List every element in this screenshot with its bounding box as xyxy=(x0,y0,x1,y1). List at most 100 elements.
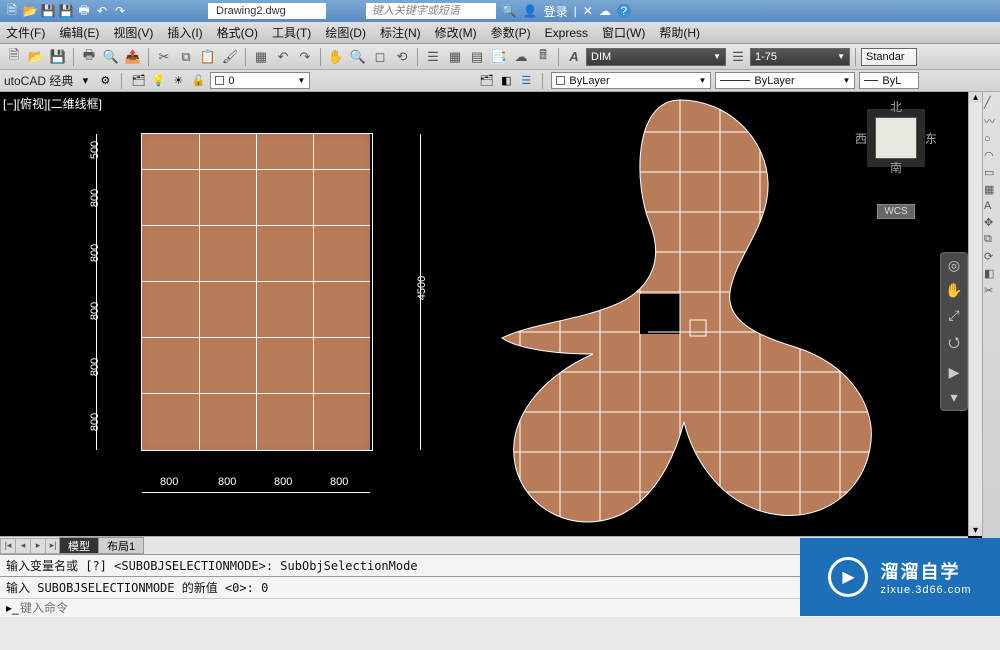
exchange-icon[interactable]: ✕ xyxy=(583,4,593,18)
layer-combo[interactable]: 0 ▼ xyxy=(210,72,310,89)
compass-s[interactable]: 南 xyxy=(846,159,946,176)
sun-icon[interactable]: ☀ xyxy=(170,73,186,89)
hatch-tool-icon[interactable]: ▦ xyxy=(984,183,999,196)
open-icon[interactable]: 📂 xyxy=(26,47,46,67)
menu-window[interactable]: 窗口(W) xyxy=(602,24,645,41)
cloud-icon[interactable]: ☁ xyxy=(599,4,611,18)
arc-tool-icon[interactable]: ◠ xyxy=(984,149,999,162)
designcenter-icon[interactable]: ▦ xyxy=(445,47,465,67)
preview-icon[interactable]: 🔍 xyxy=(101,47,121,67)
menu-dimension[interactable]: 标注(N) xyxy=(380,24,421,41)
print-icon[interactable]: 🖶 xyxy=(76,3,92,19)
cut-icon[interactable]: ✂ xyxy=(154,47,174,67)
menu-help[interactable]: 帮助(H) xyxy=(659,24,700,41)
text-tool-icon[interactable]: A xyxy=(984,200,999,212)
scroll-down-icon[interactable]: ▾ xyxy=(969,525,982,536)
view-cube[interactable]: 北 西 东 南 WCS xyxy=(846,98,946,219)
tab-next-icon[interactable]: ▸ xyxy=(30,538,46,554)
scale-combo[interactable]: 1-75 ▼ xyxy=(750,48,850,66)
tab-layout1[interactable]: 布局1 xyxy=(98,537,144,554)
menu-edit[interactable]: 编辑(E) xyxy=(59,24,99,41)
linetype-combo[interactable]: ByLayer ▼ xyxy=(715,72,855,89)
scroll-up-icon[interactable]: ▴ xyxy=(969,92,982,103)
drawing-canvas[interactable]: [−][俯视][二维线框] 500 800 800 800 800 800 45… xyxy=(0,92,982,554)
layer-props-icon[interactable]: 🗂 xyxy=(130,73,146,89)
trim-tool-icon[interactable]: ✂ xyxy=(984,284,999,297)
undo-icon[interactable]: ↶ xyxy=(273,47,293,67)
compass-w[interactable]: 西 xyxy=(855,130,867,147)
dropdown-icon[interactable]: ▾ xyxy=(77,73,93,89)
block-icon[interactable]: ▦ xyxy=(251,47,271,67)
menu-format[interactable]: 格式(O) xyxy=(217,24,258,41)
menu-draw[interactable]: 绘图(D) xyxy=(325,24,366,41)
steering-wheel-icon[interactable]: ◎ xyxy=(948,257,960,274)
user-icon[interactable]: 👤 xyxy=(523,4,538,18)
calc-icon[interactable]: 🖩 xyxy=(533,47,553,67)
menu-express[interactable]: Express xyxy=(545,26,588,40)
tab-first-icon[interactable]: |◂ xyxy=(0,538,16,554)
dim-tool-icon[interactable]: ☰ xyxy=(728,47,748,67)
gear-icon[interactable]: ⚙ xyxy=(97,73,113,89)
orbit-icon[interactable]: ⭯ xyxy=(948,332,960,356)
zoom-extents-icon[interactable]: ⤢ xyxy=(948,307,959,324)
save-icon[interactable]: 💾 xyxy=(48,47,68,67)
new-icon[interactable]: 🗎 xyxy=(4,3,20,19)
menu-modify[interactable]: 修改(M) xyxy=(435,24,477,41)
publish-icon[interactable]: 📤 xyxy=(123,47,143,67)
pan-icon[interactable]: ✋ xyxy=(945,282,962,299)
zoom-prev-icon[interactable]: ⟲ xyxy=(392,47,412,67)
bulb-icon[interactable]: 💡 xyxy=(150,73,166,89)
layer-iso-icon[interactable]: ◧ xyxy=(498,73,514,89)
markup-icon[interactable]: ☁ xyxy=(511,47,531,67)
rotate-tool-icon[interactable]: ⟳ xyxy=(984,250,999,263)
textstyle-icon[interactable]: A xyxy=(564,47,584,67)
dim-style-combo[interactable]: DIM ▼ xyxy=(586,48,726,66)
help-search-input[interactable]: 键入关键字或短语 xyxy=(366,3,496,19)
props-icon[interactable]: ☰ xyxy=(423,47,443,67)
menu-tools[interactable]: 工具(T) xyxy=(272,24,311,41)
vertical-scrollbar[interactable]: ▴ ▾ xyxy=(968,92,982,536)
copy-tool-icon[interactable]: ⧉ xyxy=(984,233,999,246)
infocenter-icon[interactable]: 🔍 xyxy=(502,4,517,18)
pan-icon[interactable]: ✋ xyxy=(326,47,346,67)
menu-insert[interactable]: 插入(I) xyxy=(167,24,202,41)
rect-tool-icon[interactable]: ▭ xyxy=(984,166,999,179)
redo-icon[interactable]: ↷ xyxy=(295,47,315,67)
tab-model[interactable]: 模型 xyxy=(59,537,99,554)
paste-icon[interactable]: 📋 xyxy=(198,47,218,67)
circle-tool-icon[interactable]: ○ xyxy=(984,133,999,145)
lineweight-combo[interactable]: ByL xyxy=(859,72,919,89)
layer-states-icon[interactable]: 🗂 xyxy=(478,73,494,89)
color-combo[interactable]: ByLayer ▼ xyxy=(551,72,711,89)
login-link[interactable]: 登录 xyxy=(544,3,568,20)
compass-e[interactable]: 东 xyxy=(925,130,937,147)
redo-icon[interactable]: ↷ xyxy=(112,3,128,19)
showmotion-icon[interactable]: ▶ xyxy=(949,364,960,381)
undo-icon[interactable]: ↶ xyxy=(94,3,110,19)
mirror-tool-icon[interactable]: ◧ xyxy=(984,267,999,280)
viewcube-face[interactable] xyxy=(875,117,917,159)
polyline-tool-icon[interactable]: 〰 xyxy=(984,113,999,129)
tool-palettes-icon[interactable]: ▤ xyxy=(467,47,487,67)
menu-file[interactable]: 文件(F) xyxy=(6,24,45,41)
compass-n[interactable]: 北 xyxy=(846,98,946,115)
copy-icon[interactable]: ⧉ xyxy=(176,47,196,67)
lock-icon[interactable]: 🔓 xyxy=(190,73,206,89)
layer-manager-icon[interactable]: ☰ xyxy=(518,73,534,89)
open-icon[interactable]: 📂 xyxy=(22,3,38,19)
new-icon[interactable]: 🗎 xyxy=(4,47,24,67)
zoom-window-icon[interactable]: ◻ xyxy=(370,47,390,67)
menu-parametric[interactable]: 参数(P) xyxy=(491,24,531,41)
move-tool-icon[interactable]: ✥ xyxy=(984,216,999,229)
help-icon[interactable]: ? xyxy=(617,4,631,18)
save-icon[interactable]: 💾 xyxy=(40,3,56,19)
menu-view[interactable]: 视图(V) xyxy=(113,24,153,41)
tab-prev-icon[interactable]: ◂ xyxy=(15,538,31,554)
nav-dropdown-icon[interactable]: ▾ xyxy=(950,389,957,406)
viewport-label[interactable]: [−][俯视][二维线框] xyxy=(3,95,102,112)
zoom-icon[interactable]: 🔍 xyxy=(348,47,368,67)
text-style-combo[interactable]: Standar xyxy=(861,48,917,66)
line-tool-icon[interactable]: ╱ xyxy=(984,96,999,109)
match-icon[interactable]: 🖌 xyxy=(220,47,240,67)
sheet-set-icon[interactable]: 📑 xyxy=(489,47,509,67)
